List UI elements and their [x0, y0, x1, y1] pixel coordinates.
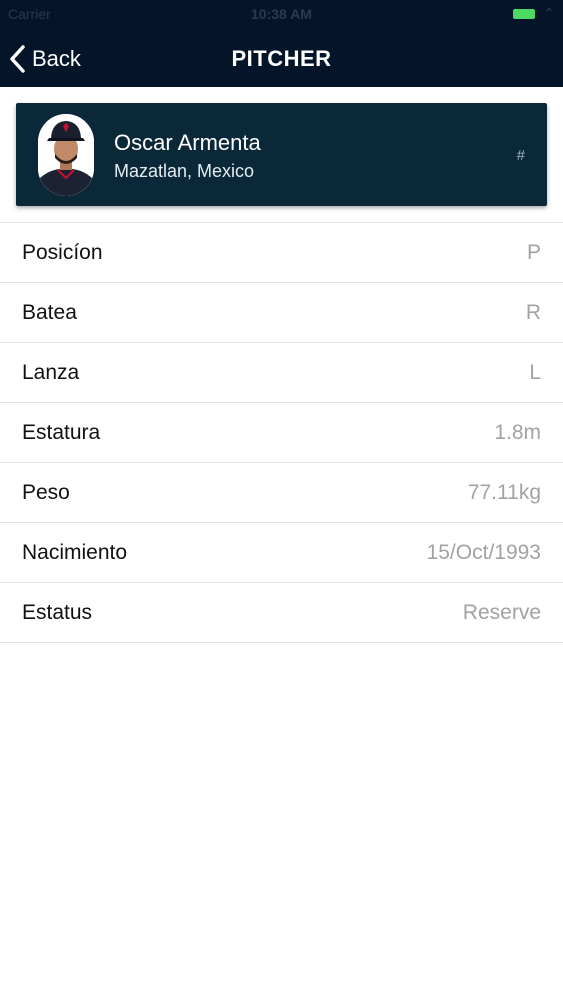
player-details-list: Posicíon P Batea R Lanza L Estatura 1.8m… [0, 222, 563, 643]
detail-value: 77.11kg [467, 481, 541, 504]
detail-label: Lanza [22, 361, 80, 384]
detail-row-estatura: Estatura 1.8m [0, 403, 563, 463]
player-avatar [38, 114, 94, 196]
page-title: PITCHER [231, 46, 332, 71]
battery-icon [513, 9, 535, 19]
back-button[interactable]: Back [8, 30, 81, 87]
detail-label: Nacimiento [22, 541, 128, 564]
player-name: Oscar Armenta [114, 130, 261, 155]
detail-row-posicion: Posicíon P [0, 223, 563, 283]
detail-value: Reserve [462, 601, 541, 624]
detail-label: Batea [22, 301, 77, 324]
detail-label: Peso [22, 481, 70, 504]
detail-value: P [526, 241, 541, 264]
player-origin: Mazatlan, Mexico [114, 161, 255, 181]
back-label: Back [32, 45, 81, 71]
status-time: 10:38 AM [251, 6, 312, 22]
detail-label: Posicíon [22, 241, 103, 264]
detail-row-peso: Peso 77.11kg [0, 463, 563, 523]
player-card: Oscar Armenta Mazatlan, Mexico # [16, 103, 547, 206]
detail-value: L [529, 361, 541, 384]
navigation-bar: Back PITCHER [0, 30, 563, 87]
detail-value: 15/Oct/1993 [426, 541, 541, 564]
player-header: Oscar Armenta Mazatlan, Mexico # [0, 87, 563, 223]
player-number: # [516, 147, 525, 164]
detail-value: R [525, 301, 541, 324]
chevron-left-icon [8, 44, 26, 74]
charging-icon: ⌃ [543, 5, 555, 21]
detail-label: Estatura [22, 421, 101, 444]
detail-row-estatus: Estatus Reserve [0, 583, 563, 643]
status-bar: Carrier 10:38 AM ⌃ [0, 0, 563, 30]
detail-label: Estatus [22, 601, 93, 624]
detail-row-nacimiento: Nacimiento 15/Oct/1993 [0, 523, 563, 583]
detail-row-lanza: Lanza L [0, 343, 563, 403]
detail-row-batea: Batea R [0, 283, 563, 343]
detail-value: 1.8m [494, 421, 541, 444]
